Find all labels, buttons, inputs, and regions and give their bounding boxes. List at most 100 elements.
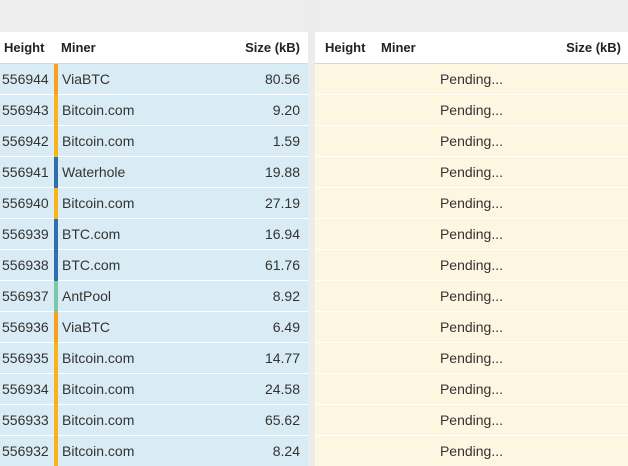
table-row[interactable]: 556938 BTC.com 61.76 [0,250,308,281]
miner-name: AntPool [62,288,112,304]
column-header-height[interactable]: Height [4,40,44,55]
block-size: 14.77 [264,350,300,366]
block-size: 6.49 [272,319,300,335]
block-size: 61.76 [264,257,300,273]
pending-list: Pending... Pending... Pending... Pending...… [315,64,628,466]
table-header: Height Miner Size (kB) [315,32,628,64]
block-height[interactable]: 556939 [2,226,49,242]
table-row[interactable]: 556933 Bitcoin.com 65.62 [0,405,308,436]
table-row[interactable]: 556935 Bitcoin.com 14.77 [0,343,308,374]
table-row: Pending... [315,374,628,405]
table-row: Pending... [315,405,628,436]
block-size: 1.59 [272,133,300,149]
table-row: Pending... [315,64,628,95]
table-row: Pending... [315,126,628,157]
pending-status: Pending... [439,71,504,87]
table-row[interactable]: 556941 Waterhole 19.88 [0,157,308,188]
miner-name: Bitcoin.com [62,443,135,459]
miner-color-bar [54,64,58,95]
table-row[interactable]: 556934 Bitcoin.com 24.58 [0,374,308,405]
block-height[interactable]: 556940 [2,195,49,211]
column-header-height[interactable]: Height [325,40,365,55]
block-size: 24.58 [264,381,300,397]
table-row[interactable]: 556942 Bitcoin.com 1.59 [0,126,308,157]
miner-color-bar [54,126,58,157]
block-height[interactable]: 556936 [2,319,49,335]
table-row: Pending... [315,343,628,374]
table-row[interactable]: 556936 ViaBTC 6.49 [0,312,308,343]
table-row: Pending... [315,436,628,466]
block-height[interactable]: 556932 [2,443,49,459]
block-height[interactable]: 556942 [2,133,49,149]
miner-color-bar [54,436,58,466]
block-size: 65.62 [264,412,300,428]
pending-blocks-panel: Height Miner Size (kB) Pending... Pending… [315,0,628,466]
pending-status: Pending... [439,257,504,273]
block-height[interactable]: 556935 [2,350,49,366]
table-row[interactable]: 556940 Bitcoin.com 27.19 [0,188,308,219]
table-row[interactable]: 556937 AntPool 8.92 [0,281,308,312]
miner-color-bar [54,281,58,312]
pending-status: Pending... [439,164,504,180]
table-row: Pending... [315,312,628,343]
pending-status: Pending... [439,381,504,397]
block-height[interactable]: 556941 [2,164,49,180]
pending-status: Pending... [439,288,504,304]
pending-status: Pending... [439,412,504,428]
panel-top-bar [315,0,628,32]
block-height[interactable]: 556933 [2,412,49,428]
miner-name: BTC.com [62,257,121,273]
miner-color-bar [54,312,58,343]
table-row: Pending... [315,95,628,126]
table-row[interactable]: 556932 Bitcoin.com 8.24 [0,436,308,466]
miner-name: ViaBTC [62,71,110,87]
pending-status: Pending... [439,102,504,118]
pending-status: Pending... [439,133,504,149]
table-row: Pending... [315,250,628,281]
table-row[interactable]: 556943 Bitcoin.com 9.20 [0,95,308,126]
block-height[interactable]: 556934 [2,381,49,397]
miner-name: Bitcoin.com [62,102,135,118]
miner-color-bar [54,188,58,219]
table-row: Pending... [315,219,628,250]
block-height[interactable]: 556938 [2,257,49,273]
table-row[interactable]: 556939 BTC.com 16.94 [0,219,308,250]
miner-color-bar [54,343,58,374]
miner-name: Bitcoin.com [62,381,135,397]
column-header-size[interactable]: Size (kB) [566,40,621,55]
miner-color-bar [54,405,58,436]
block-size: 27.19 [264,195,300,211]
panel-top-bar [0,0,308,32]
miner-color-bar [54,374,58,405]
table-header: Height Miner Size (kB) [0,32,308,64]
table-row[interactable]: 556944 ViaBTC 80.56 [0,64,308,95]
pending-status: Pending... [439,350,504,366]
pending-status: Pending... [439,443,504,459]
miner-color-bar [54,95,58,126]
block-height[interactable]: 556944 [2,71,49,87]
pending-status: Pending... [439,226,504,242]
miner-name: Waterhole [62,164,126,180]
block-size: 8.24 [272,443,300,459]
block-size: 19.88 [264,164,300,180]
miner-name: ViaBTC [62,319,110,335]
block-size: 80.56 [264,71,300,87]
table-row: Pending... [315,157,628,188]
block-size: 9.20 [272,102,300,118]
table-row: Pending... [315,188,628,219]
miner-color-bar [54,219,58,250]
miner-color-bar [54,157,58,188]
pending-status: Pending... [439,195,504,211]
block-size: 8.92 [272,288,300,304]
mined-blocks-panel: Height Miner Size (kB) 556944 ViaBTC 80.56… [0,0,308,466]
miner-name: Bitcoin.com [62,195,135,211]
column-header-miner[interactable]: Miner [61,40,96,55]
column-header-miner[interactable]: Miner [381,40,416,55]
pending-status: Pending... [439,319,504,335]
miner-name: Bitcoin.com [62,412,135,428]
miner-name: BTC.com [62,226,121,242]
table-row: Pending... [315,281,628,312]
block-height[interactable]: 556937 [2,288,49,304]
block-height[interactable]: 556943 [2,102,49,118]
column-header-size[interactable]: Size (kB) [245,40,300,55]
